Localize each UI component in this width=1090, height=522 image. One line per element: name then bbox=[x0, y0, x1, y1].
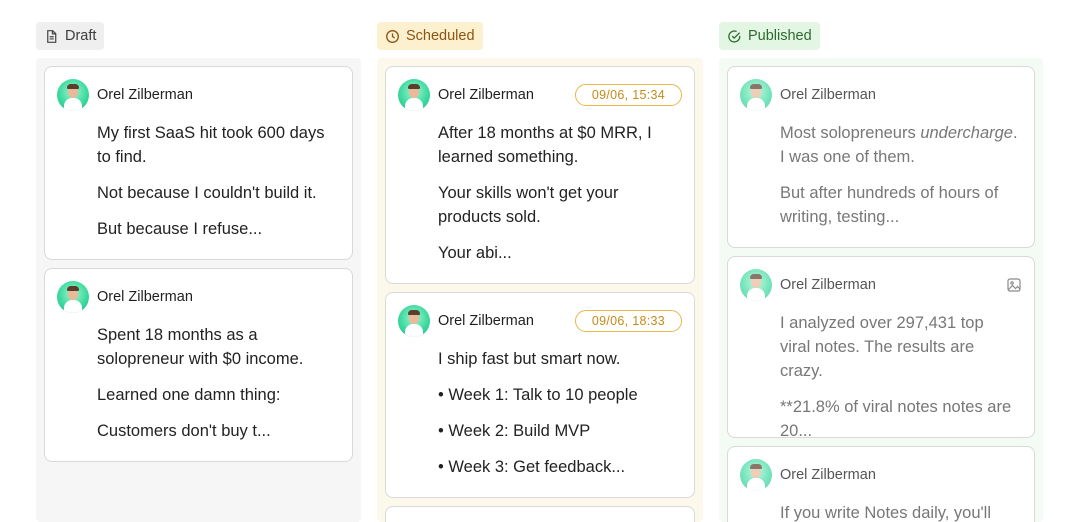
post-paragraph: Spent 18 months as a solopreneur with $0… bbox=[97, 326, 304, 368]
published-status-badge: Published bbox=[719, 22, 820, 50]
published-column: Published Orel Zilberman Most solopreneu… bbox=[719, 0, 1043, 522]
check-circle-icon bbox=[728, 29, 741, 43]
author-name: Orel Zilberman bbox=[780, 87, 876, 103]
card-header: Orel Zilberman 09/06, 18:33 bbox=[398, 305, 682, 337]
avatar bbox=[740, 269, 772, 301]
author-name: Orel Zilberman bbox=[97, 87, 193, 103]
document-icon bbox=[47, 29, 57, 43]
post-paragraph: I ship fast but smart now. bbox=[438, 350, 621, 368]
schedule-time-badge[interactable]: 09/06, 18:33 bbox=[574, 310, 682, 332]
post-preview: Most solopreneurs undercharge. I was one… bbox=[780, 121, 1018, 241]
scheduled-column-body: Orel Zilberman 09/06, 15:34 After 18 mon… bbox=[377, 58, 703, 522]
avatar bbox=[398, 79, 430, 111]
avatar bbox=[57, 281, 89, 313]
post-paragraph: • Week 1: Talk to 10 people bbox=[438, 386, 638, 404]
draft-column: Draft Orel Zilberman My first SaaS hit t… bbox=[36, 0, 361, 522]
post-preview: If you write Notes daily, you'll bbox=[780, 501, 1018, 522]
card-header: Orel Zilberman bbox=[740, 459, 1022, 491]
post-card[interactable]: Orel Zilberman My first SaaS hit took 60… bbox=[44, 66, 353, 260]
emphasis-text: undercharge bbox=[920, 124, 1013, 142]
post-preview: After 18 months at $0 MRR, I learned som… bbox=[438, 121, 678, 277]
author-name: Orel Zilberman bbox=[97, 289, 193, 305]
avatar bbox=[398, 305, 430, 337]
post-paragraph: After 18 months at $0 MRR, I learned som… bbox=[438, 124, 652, 166]
published-column-title: Published bbox=[748, 28, 812, 44]
avatar bbox=[740, 459, 772, 491]
post-paragraph: Your abi... bbox=[438, 244, 512, 262]
avatar bbox=[57, 79, 89, 111]
post-preview: I analyzed over 297,431 top viral notes.… bbox=[780, 311, 1018, 455]
post-paragraph: Customers don't buy t... bbox=[97, 422, 271, 440]
post-preview: Spent 18 months as a solopreneur with $0… bbox=[97, 323, 336, 455]
scheduled-status-badge: Scheduled bbox=[377, 22, 483, 50]
post-card[interactable]: Orel Zilberman 09/06, 15:34 After 18 mon… bbox=[385, 66, 695, 284]
post-paragraph: • Week 3: Get feedback... bbox=[438, 458, 626, 476]
card-header: Orel Zilberman bbox=[740, 269, 1022, 301]
post-card[interactable]: Orel Zilberman If you write Notes daily,… bbox=[727, 446, 1035, 522]
card-header: Orel Zilberman bbox=[740, 79, 1022, 111]
image-icon[interactable] bbox=[1006, 277, 1022, 293]
post-card[interactable]: Orel Zilberman Most solopreneurs underch… bbox=[727, 66, 1035, 248]
post-card[interactable]: Orel Zilberman 09/06, 18:33 I ship fast … bbox=[385, 292, 695, 498]
draft-column-body: Orel Zilberman My first SaaS hit took 60… bbox=[36, 58, 361, 522]
post-paragraph: • Week 2: Build MVP bbox=[438, 422, 591, 440]
post-paragraph: Your skills won't get your products sold… bbox=[438, 184, 619, 226]
post-paragraph: Not because I couldn't build it. bbox=[97, 184, 317, 202]
post-paragraph: I analyzed over 297,431 top viral notes.… bbox=[780, 314, 984, 380]
text-span: Most solopreneurs bbox=[780, 124, 921, 142]
post-paragraph: But because I refuse... bbox=[97, 220, 263, 238]
post-paragraph: If you write Notes daily, you'll bbox=[780, 504, 992, 522]
scheduled-column-title: Scheduled bbox=[406, 28, 475, 44]
card-header: Orel Zilberman bbox=[57, 281, 340, 313]
author-name: Orel Zilberman bbox=[780, 277, 876, 293]
scheduled-column: Scheduled Orel Zilberman 09/06, 15:34 Af… bbox=[377, 0, 703, 522]
post-paragraph: Learned one damn thing: bbox=[97, 386, 281, 404]
card-header: Orel Zilberman 09/06, 15:34 bbox=[398, 79, 682, 111]
post-card[interactable] bbox=[385, 506, 695, 522]
schedule-time-badge[interactable]: 09/06, 15:34 bbox=[574, 84, 682, 106]
avatar bbox=[740, 79, 772, 111]
post-card[interactable]: Orel Zilberman Spent 18 months as a solo… bbox=[44, 268, 353, 462]
author-name: Orel Zilberman bbox=[438, 87, 534, 103]
author-name: Orel Zilberman bbox=[780, 467, 876, 483]
published-column-body: Orel Zilberman Most solopreneurs underch… bbox=[719, 58, 1043, 522]
author-name: Orel Zilberman bbox=[438, 313, 534, 329]
post-preview: My first SaaS hit took 600 days to find.… bbox=[97, 121, 336, 253]
draft-status-badge: Draft bbox=[36, 22, 105, 50]
post-paragraph: Most solopreneurs undercharge. I was one… bbox=[780, 121, 1018, 169]
post-preview: I ship fast but smart now. • Week 1: Tal… bbox=[438, 347, 678, 491]
post-card[interactable]: Orel Zilberman I analyzed over 297,431 t… bbox=[727, 256, 1035, 440]
draft-column-title: Draft bbox=[65, 28, 97, 44]
card-header: Orel Zilberman bbox=[57, 79, 340, 111]
post-paragraph: But after hundreds of hours of writing, … bbox=[780, 184, 999, 226]
post-paragraph: **21.8% of viral notes notes are 20... bbox=[780, 398, 1012, 440]
post-paragraph: My first SaaS hit took 600 days to find. bbox=[97, 124, 325, 166]
clock-icon bbox=[386, 29, 399, 43]
